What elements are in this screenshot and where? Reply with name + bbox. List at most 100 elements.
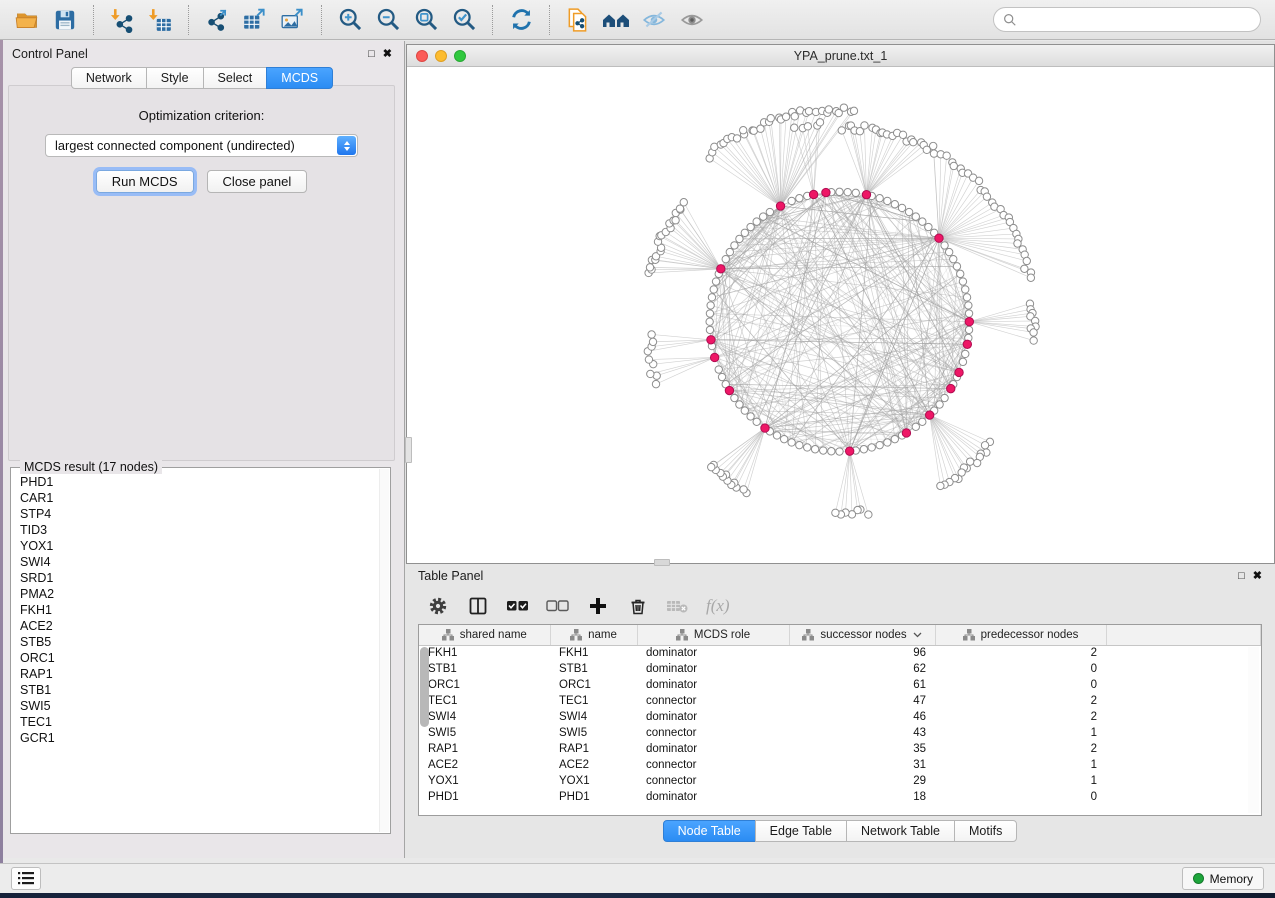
zoom-out-icon[interactable] [372,4,404,36]
optimization-criterion-dropdown[interactable]: largest connected component (undirected) [45,134,358,157]
mcds-result-item[interactable]: SWI4 [13,554,378,570]
tab-select[interactable]: Select [203,67,268,89]
table-row[interactable]: TEC1TEC1connector472 [419,693,1261,709]
table-row[interactable]: FKH1FKH1dominator962 [419,645,1261,661]
column-header-successor-nodes[interactable]: successor nodes [789,625,935,645]
table-row[interactable]: RAP1RAP1dominator352 [419,741,1261,757]
float-table-panel-icon[interactable]: □ [1238,571,1245,582]
table-row[interactable]: YOX1YOX1connector291 [419,773,1261,789]
task-history-button[interactable] [11,867,41,890]
clone-network-icon[interactable] [562,4,594,36]
table-scrollbar-thumb[interactable] [420,647,429,727]
memory-button[interactable]: Memory [1182,867,1264,890]
delete-column-icon[interactable] [626,594,650,618]
tab-network[interactable]: Network [71,67,147,89]
mcds-result-item[interactable]: TID3 [13,522,378,538]
network-window-titlebar[interactable]: YPA_prune.txt_1 [407,45,1274,67]
table-cell: ORC1 [550,677,637,693]
mcds-result-item[interactable]: YOX1 [13,538,378,554]
search-input[interactable] [1022,12,1251,28]
window-minimize-icon[interactable] [435,50,447,62]
tab-mcds[interactable]: MCDS [266,67,333,89]
column-header-shared-name[interactable]: shared name [419,625,550,645]
mcds-result-item[interactable]: RAP1 [13,666,378,682]
table-row[interactable]: STB1STB1dominator620 [419,661,1261,677]
table-cell: 18 [789,789,935,805]
splitter-grip-vertical[interactable] [405,437,412,463]
settings-gear-icon[interactable] [426,594,450,618]
import-network-icon[interactable] [106,4,138,36]
toolbar-separator [492,5,493,35]
zoom-selected-icon[interactable] [448,4,480,36]
close-panel-icon[interactable]: ✖ [383,49,392,60]
splitter-grip-horizontal[interactable] [654,559,670,566]
column-header-MCDS-role[interactable]: MCDS role [637,625,789,645]
mcds-result-scrollbar[interactable] [379,469,389,832]
close-table-panel-icon[interactable]: ✖ [1253,571,1262,582]
show-all-icon[interactable] [676,4,708,36]
table-row[interactable]: ORC1ORC1dominator610 [419,677,1261,693]
node-table-grid: shared namenameMCDS rolesuccessor nodesp… [419,625,1261,805]
table-scrollbar-track[interactable] [1248,647,1259,813]
clear-selection-icon[interactable] [546,594,570,618]
mcds-result-item[interactable]: ACE2 [13,618,378,634]
show-column-panel-icon[interactable] [466,594,490,618]
table-cell: connector [637,757,789,773]
mcds-result-item[interactable]: TEC1 [13,714,378,730]
mcds-result-item[interactable]: CAR1 [13,490,378,506]
open-file-icon[interactable] [11,4,43,36]
table-row[interactable]: ACE2ACE2connector311 [419,757,1261,773]
table-cell: 2 [935,645,1106,661]
save-session-icon[interactable] [49,4,81,36]
column-header-name[interactable]: name [550,625,637,645]
tab-style[interactable]: Style [146,67,204,89]
column-header-predecessor-nodes[interactable]: predecessor nodes [935,625,1106,645]
table-body[interactable]: FKH1FKH1dominator962STB1STB1dominator620… [419,645,1261,805]
mcds-result-item[interactable]: STB5 [13,634,378,650]
export-table-icon[interactable] [239,4,271,36]
table-cell: dominator [637,709,789,725]
table-row[interactable]: SWI4SWI4dominator462 [419,709,1261,725]
table-cell: dominator [637,645,789,661]
table-tab-node-table[interactable]: Node Table [663,820,756,842]
mcds-result-item[interactable]: PHD1 [13,474,378,490]
hide-selected-icon[interactable] [638,4,670,36]
mcds-result-item[interactable]: STP4 [13,506,378,522]
mcds-result-item[interactable]: SWI5 [13,698,378,714]
select-all-icon[interactable] [506,594,530,618]
node-table[interactable]: shared namenameMCDS rolesuccessor nodesp… [418,624,1262,816]
table-cell: STB1 [550,661,637,677]
network-canvas[interactable] [407,67,1274,563]
zoom-in-icon[interactable] [334,4,366,36]
table-cell: dominator [637,741,789,757]
mcds-result-item[interactable]: SRD1 [13,570,378,586]
close-panel-button[interactable]: Close panel [207,170,308,193]
first-neighbors-icon[interactable] [600,4,632,36]
table-tab-edge-table[interactable]: Edge Table [755,820,847,842]
table-tab-motifs[interactable]: Motifs [954,820,1017,842]
add-column-icon[interactable] [586,594,610,618]
table-tab-network-table[interactable]: Network Table [846,820,955,842]
table-header-row[interactable]: shared namenameMCDS rolesuccessor nodesp… [419,625,1261,645]
table-cell: 61 [789,677,935,693]
mcds-result-item[interactable]: STB1 [13,682,378,698]
search-field[interactable] [993,7,1261,32]
table-row[interactable]: SWI5SWI5connector431 [419,725,1261,741]
mcds-result-item[interactable]: GCR1 [13,730,378,746]
export-network-icon[interactable] [201,4,233,36]
window-maximize-icon[interactable] [454,50,466,62]
zoom-fit-icon[interactable] [410,4,442,36]
export-image-icon[interactable] [277,4,309,36]
mcds-result-item[interactable]: PMA2 [13,586,378,602]
table-cell: FKH1 [550,645,637,661]
refresh-icon[interactable] [505,4,537,36]
mcds-result-item[interactable]: ORC1 [13,650,378,666]
run-mcds-button[interactable]: Run MCDS [96,170,194,193]
network-graph[interactable] [407,67,1274,562]
float-panel-icon[interactable]: □ [368,49,375,60]
mcds-result-list[interactable]: PHD1CAR1STP4TID3YOX1SWI4SRD1PMA2FKH1ACE2… [13,474,378,831]
import-table-icon[interactable] [144,4,176,36]
window-close-icon[interactable] [416,50,428,62]
mcds-result-item[interactable]: FKH1 [13,602,378,618]
table-row[interactable]: PHD1PHD1dominator180 [419,789,1261,805]
